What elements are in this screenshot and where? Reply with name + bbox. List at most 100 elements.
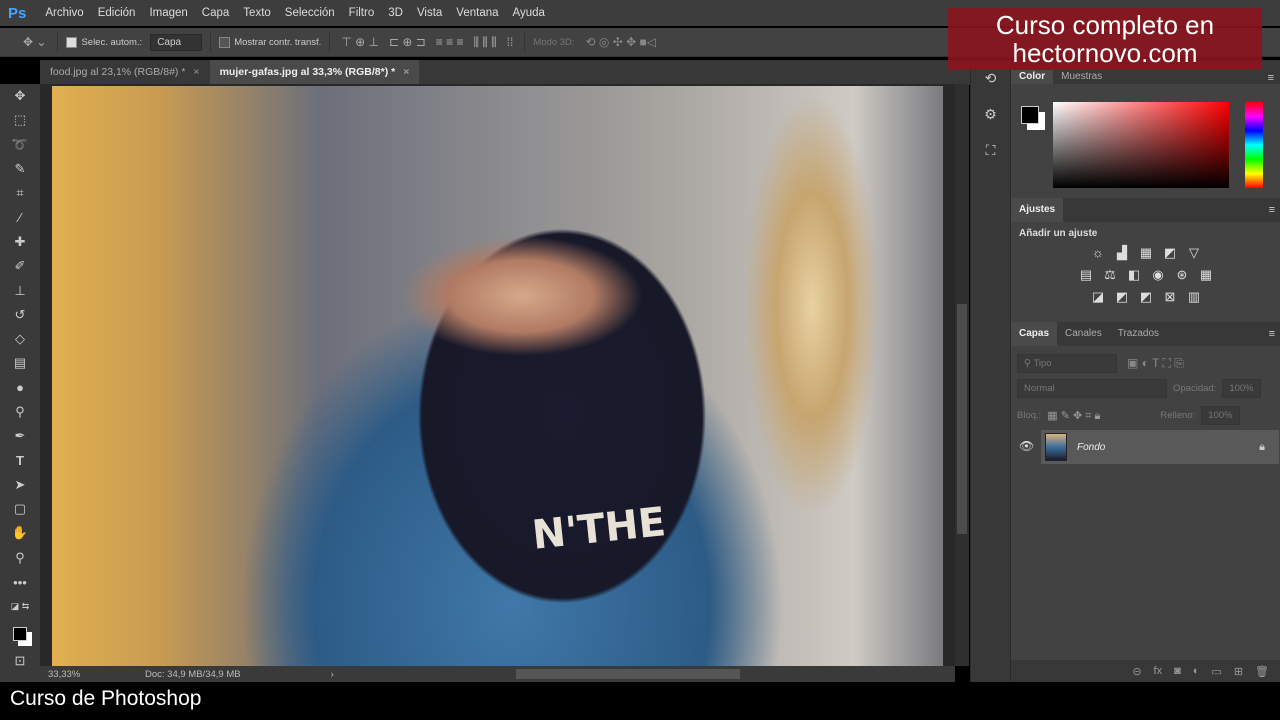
dodge-tool-icon[interactable]: ⚲ <box>0 400 40 424</box>
menu-3d[interactable]: 3D <box>381 7 410 19</box>
panel-menu-icon[interactable]: ≡ <box>1269 204 1275 216</box>
brush-tool-icon[interactable]: ✐ <box>0 254 40 278</box>
status-menu-arrow-icon[interactable]: › <box>331 669 334 680</box>
group-icon[interactable]: ▭ <box>1211 665 1221 678</box>
new-layer-icon[interactable]: ⊞ <box>1234 665 1243 678</box>
visibility-eye-icon[interactable]: 👁︎ <box>1019 439 1034 453</box>
blur-tool-icon[interactable]: ● <box>0 376 40 400</box>
close-icon[interactable]: × <box>403 66 409 78</box>
hue-sat-icon[interactable]: ▤ <box>1077 267 1095 283</box>
scrollbar-thumb[interactable] <box>957 304 967 534</box>
menu-edicion[interactable]: Edición <box>91 7 143 19</box>
adjustments-panel-header: Ajustes ≡ <box>1011 198 1280 222</box>
threshold-icon[interactable]: ◩ <box>1137 289 1155 305</box>
link-icon[interactable]: ⊝ <box>1132 665 1141 678</box>
vertical-scrollbar[interactable] <box>955 84 969 666</box>
path-select-icon[interactable]: ➤ <box>0 473 40 497</box>
crop-tool-icon[interactable]: ⌗ <box>0 181 40 205</box>
show-transform-label: Mostrar contr. transf. <box>234 37 322 48</box>
gradient-map-icon[interactable]: ▥ <box>1185 289 1203 305</box>
document-image[interactable]: N'THE <box>52 86 943 666</box>
tab-mujer-gafas[interactable]: mujer-gafas.jpg al 33,3% (RGB/8*) * × <box>209 60 420 85</box>
quick-select-tool-icon[interactable]: ✎ <box>0 157 40 181</box>
selective-color-icon[interactable]: ⊠ <box>1161 289 1179 305</box>
paragraph-icon[interactable]: ⛶ <box>971 132 1010 168</box>
fx-icon[interactable]: fx <box>1154 665 1163 677</box>
3d-tools-icons[interactable]: ⟲ ◎ ✣ ✥ ■◁ <box>583 35 659 49</box>
menu-seleccion[interactable]: Selección <box>278 7 342 19</box>
panel-menu-icon[interactable]: ≡ <box>1269 328 1275 340</box>
foreground-color[interactable] <box>1021 106 1039 124</box>
layer-name[interactable]: Fondo <box>1077 442 1259 453</box>
levels-icon[interactable]: ▟ <box>1113 245 1131 261</box>
tab-canales[interactable]: Canales <box>1057 322 1110 346</box>
black-white-icon[interactable]: ◧ <box>1125 267 1143 283</box>
move-tool-icon[interactable]: ✥ <box>0 84 40 108</box>
eraser-tool-icon[interactable]: ◇ <box>0 327 40 351</box>
show-transform-checkbox[interactable]: Mostrar contr. transf. <box>219 36 321 48</box>
curves-icon[interactable]: ▦ <box>1137 245 1155 261</box>
tab-muestras[interactable]: Muestras <box>1053 70 1110 84</box>
healing-tool-icon[interactable]: ✚ <box>0 230 40 254</box>
brightness-icon[interactable]: ☼ <box>1089 245 1107 261</box>
hue-slider[interactable] <box>1245 102 1263 188</box>
menu-filtro[interactable]: Filtro <box>342 7 382 19</box>
hand-tool-icon[interactable]: ✋ <box>0 521 40 545</box>
menu-capa[interactable]: Capa <box>195 7 237 19</box>
tab-ajustes[interactable]: Ajustes <box>1011 198 1064 222</box>
gradient-tool-icon[interactable]: ▤ <box>0 351 40 375</box>
lock-icons[interactable]: ▦ ✎ ✥ ⌗ 🔒︎ <box>1047 409 1100 423</box>
more-tools-icon[interactable]: ••• <box>0 570 40 594</box>
auto-select-dropdown[interactable]: Capa <box>150 33 203 51</box>
tab-food[interactable]: food.jpg al 23,1% (RGB/8#) * × <box>40 60 210 85</box>
menu-ayuda[interactable]: Ayuda <box>506 7 552 19</box>
menu-archivo[interactable]: Archivo <box>38 7 90 19</box>
properties-icon[interactable]: ⚙ <box>971 96 1010 132</box>
color-swatches[interactable] <box>0 619 40 649</box>
tab-trazados[interactable]: Trazados <box>1110 322 1167 346</box>
photo-filter-icon[interactable]: ◉ <box>1149 267 1167 283</box>
menu-vista[interactable]: Vista <box>410 7 449 19</box>
fill-input[interactable]: 100% <box>1201 406 1240 425</box>
zoom-level[interactable]: 33,33% <box>40 669 100 680</box>
lasso-tool-icon[interactable]: ➰ <box>0 133 40 157</box>
color-spectrum[interactable] <box>1053 102 1229 188</box>
stamp-tool-icon[interactable]: ⊥ <box>0 278 40 302</box>
type-tool-icon[interactable]: T <box>0 448 40 472</box>
exposure-icon[interactable]: ◩ <box>1161 245 1179 261</box>
mask-icon[interactable]: ◙ <box>1174 665 1181 677</box>
color-lookup-icon[interactable]: ▦ <box>1197 267 1215 283</box>
opacity-input[interactable]: 100% <box>1222 379 1261 398</box>
blend-mode-dropdown[interactable]: Normal <box>1017 379 1167 398</box>
panel-menu-icon[interactable]: ≡ <box>1268 72 1274 84</box>
adjustment-layer-icon[interactable]: ◐ <box>1193 665 1200 677</box>
posterize-icon[interactable]: ◩ <box>1113 289 1131 305</box>
tab-capas[interactable]: Capas <box>1011 322 1058 346</box>
tab-color[interactable]: Color <box>1011 70 1054 84</box>
filter-icons[interactable]: ▣ ◐ T ⛶ ⎘ <box>1127 356 1184 371</box>
quick-mask-icon[interactable]: ⊡ <box>0 649 40 673</box>
eyedropper-tool-icon[interactable]: ⁄ <box>0 205 40 229</box>
close-icon[interactable]: × <box>193 66 199 78</box>
shape-tool-icon[interactable]: ▢ <box>0 497 40 521</box>
move-tool-icon[interactable]: ✥ ⌄ <box>20 35 49 49</box>
horizontal-scrollbar-thumb[interactable] <box>516 669 740 679</box>
swap-colors-icon[interactable]: ◪ ⇆ <box>0 594 40 618</box>
layers-panel-header: Capas Canales Trazados ≡ <box>1011 322 1280 346</box>
vibrance-icon[interactable]: ▽ <box>1185 245 1203 261</box>
align-icons[interactable]: ⊤ ⊕ ⊥ ⊏ ⊕ ⊐ ≡ ≡ ≡ ⫼ ⫼ ⫼ ⁞⁞ <box>338 35 516 50</box>
auto-select-checkbox[interactable]: Selec. autom.: <box>66 36 142 48</box>
menu-texto[interactable]: Texto <box>236 7 278 19</box>
pen-tool-icon[interactable]: ✒ <box>0 424 40 448</box>
layer-filter-input[interactable]: ⚲ Tipo <box>1017 354 1117 373</box>
color-balance-icon[interactable]: ⚖ <box>1101 267 1119 283</box>
history-brush-icon[interactable]: ↺ <box>0 303 40 327</box>
layer-row-fondo[interactable]: Fondo 🔒︎ <box>1041 430 1279 464</box>
marquee-tool-icon[interactable]: ⬚ <box>0 108 40 132</box>
menu-imagen[interactable]: Imagen <box>142 7 194 19</box>
trash-icon[interactable]: 🗑︎ <box>1255 665 1269 678</box>
channel-mixer-icon[interactable]: ⊛ <box>1173 267 1191 283</box>
invert-icon[interactable]: ◪ <box>1089 289 1107 305</box>
zoom-tool-icon[interactable]: ⚲ <box>0 546 40 570</box>
menu-ventana[interactable]: Ventana <box>449 7 505 19</box>
